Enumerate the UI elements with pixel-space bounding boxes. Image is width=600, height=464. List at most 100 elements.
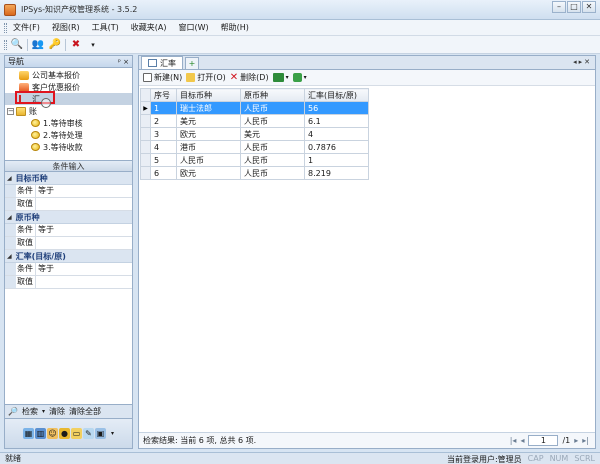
column-header-target-currency[interactable]: 目标币种 [176,88,241,102]
cell-source-currency[interactable]: 人民币 [240,153,305,167]
cell-index[interactable]: 3 [150,127,177,141]
clear-button[interactable]: 清除 [49,406,65,417]
collapse-triangle-icon[interactable]: ◢ [7,214,12,221]
module-coin-icon[interactable]: ● [59,428,70,439]
group-heading[interactable]: ◢ 原币种 [5,211,132,224]
next-page-icon[interactable]: ▸ [574,436,578,445]
property-name: 取值 [16,237,36,249]
cell-target-currency[interactable]: 欧元 [176,127,241,141]
cell-rate[interactable]: 1 [304,153,369,167]
module-book-icon[interactable]: ▥ [35,428,46,439]
cell-target-currency[interactable]: 港币 [176,140,241,154]
search-button[interactable]: 检索 [22,406,38,417]
menu-help[interactable]: 帮助(H) [215,22,255,33]
table-row[interactable]: 5 人民币 人民币 1 [140,153,369,167]
cell-rate[interactable]: 0.7876 [304,140,369,154]
menu-view[interactable]: 视图(R) [46,22,86,33]
collapse-triangle-icon[interactable]: ◢ [7,253,12,260]
prev-page-icon[interactable]: ◂ [520,436,524,445]
module-folder-icon[interactable]: ▭ [71,428,82,439]
cell-target-currency[interactable]: 瑞士法郎 [176,101,241,115]
cell-source-currency[interactable]: 人民币 [240,114,305,128]
column-header-rate[interactable]: 汇率(目标/原) [304,88,369,102]
module-overflow-icon[interactable]: ▾ [107,428,118,439]
open-button[interactable]: 打开(O) [186,72,226,83]
search-icon[interactable]: 🔎 [8,407,18,416]
minimize-button[interactable]: – [552,1,566,13]
cell-rate[interactable]: 4 [304,127,369,141]
cell-source-currency[interactable]: 人民币 [240,101,305,115]
dropdown-arrow-icon[interactable]: ▾ [304,74,307,81]
cell-index[interactable]: 5 [150,153,177,167]
key-icon[interactable]: 🔑 [48,38,62,52]
collapse-icon[interactable]: − [7,107,14,115]
new-tab-icon[interactable]: + [185,57,199,69]
property-row: 取值 [5,276,132,289]
condition-select[interactable]: 等于 [36,263,132,275]
menu-tools[interactable]: 工具(T) [86,22,125,33]
dropdown-arrow-icon[interactable]: ▾ [42,408,45,415]
maximize-button[interactable]: □ [567,1,581,13]
tab-exchange-rate[interactable]: 汇率 [141,56,183,69]
collapse-triangle-icon[interactable]: ◢ [7,175,12,182]
first-page-icon[interactable]: |◂ [510,436,517,445]
group-heading[interactable]: ◢ 目标币种 [5,172,132,185]
page-number-input[interactable]: 1 [528,435,559,446]
menu-window[interactable]: 窗口(W) [173,22,215,33]
delete-button[interactable]: ✕ 删除(D) [230,72,269,83]
cell-rate[interactable]: 56 [304,101,369,115]
status-text: 就绪 [5,454,21,463]
export-excel-button[interactable]: ▾ [272,73,289,82]
value-input[interactable] [36,198,132,210]
column-header-index[interactable]: 序号 [150,88,177,102]
cell-index[interactable]: 6 [150,166,177,180]
cell-target-currency[interactable]: 欧元 [176,166,241,180]
new-button[interactable]: 新建(N) [143,72,182,83]
clear-all-button[interactable]: 清除全部 [69,406,101,417]
menu-favorites[interactable]: 收藏夹(A) [125,22,173,33]
cell-index[interactable]: 4 [150,140,177,154]
group-heading[interactable]: ◢ 汇率(目标/原) [5,250,132,263]
value-input[interactable] [36,237,132,249]
tab-scroll-icons[interactable]: ◂▸✕ [573,58,592,66]
cell-source-currency[interactable]: 美元 [240,127,305,141]
module-pen-icon[interactable]: ✎ [83,428,94,439]
exit-icon[interactable]: ✖ [69,38,83,52]
tree-item-pending-process[interactable]: 2.等待处理 [5,129,132,141]
table-row[interactable]: 6 欧元 人民币 8.219 [140,166,369,180]
cell-target-currency[interactable]: 美元 [176,114,241,128]
table-row[interactable]: 4 港币 人民币 0.7876 [140,140,369,154]
close-button[interactable]: ✕ [582,1,596,13]
table-row[interactable]: 3 欧元 美元 4 [140,127,369,141]
cell-index[interactable]: 1 [150,101,177,115]
column-header-source-currency[interactable]: 原币种 [240,88,305,102]
module-people-icon[interactable]: ☺ [47,428,58,439]
tree-item-pending-payment[interactable]: 3.等待收款 [5,141,132,153]
last-page-icon[interactable]: ▸| [582,436,589,445]
cell-target-currency[interactable]: 人民币 [176,153,241,167]
cell-rate[interactable]: 8.219 [304,166,369,180]
tree-item-accounts[interactable]: − 账 [5,105,132,117]
toolbar-overflow-icon[interactable]: ▾ [86,38,100,52]
condition-select[interactable]: 等于 [36,185,132,197]
module-window-icon[interactable]: ▣ [95,428,106,439]
tree-item-company-quote[interactable]: 公司基本报价 [5,69,132,81]
users-icon[interactable]: 👥 [31,38,45,52]
value-input[interactable] [36,276,132,288]
cell-source-currency[interactable]: 人民币 [240,140,305,154]
module-chart-icon[interactable]: ▦ [23,428,34,439]
menu-file[interactable]: 文件(F) [7,22,46,33]
tree-item-pending-review[interactable]: 1.等待审核 [5,117,132,129]
search-icon[interactable]: 🔍 [10,38,24,52]
refresh-button[interactable]: ▾ [292,73,307,82]
property-row: 取值 [5,198,132,211]
dropdown-arrow-icon[interactable]: ▾ [286,74,289,81]
pin-close-icon[interactable]: ᵖ × [118,58,129,66]
cell-rate[interactable]: 6.1 [304,114,369,128]
cell-index[interactable]: 2 [150,114,177,128]
condition-select[interactable]: 等于 [36,224,132,236]
table-row[interactable]: 2 美元 人民币 6.1 [140,114,369,128]
condition-group-target-currency: ◢ 目标币种 条件 等于 取值 [5,172,132,211]
table-row[interactable]: ▶ 1 瑞士法郎 人民币 56 [140,101,369,115]
cell-source-currency[interactable]: 人民币 [240,166,305,180]
